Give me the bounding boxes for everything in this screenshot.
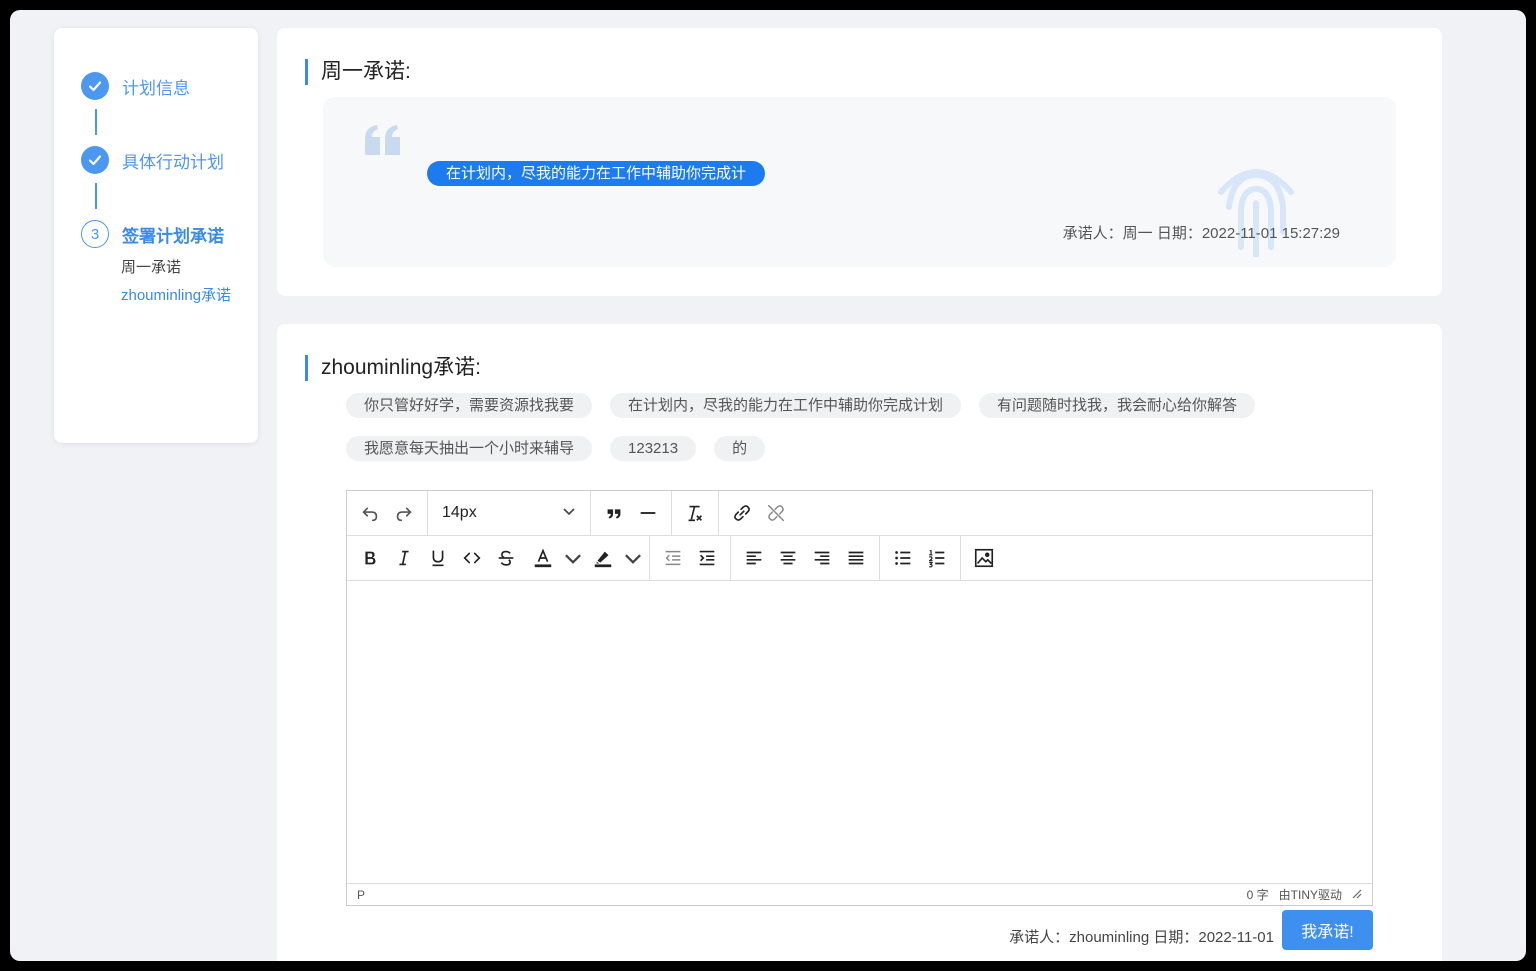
- chevron-down-icon[interactable]: [623, 541, 643, 575]
- toolbar-group-link: [719, 491, 799, 535]
- editor-toolbar-row: 14px: [347, 491, 1372, 536]
- align-center-icon[interactable]: [771, 541, 805, 575]
- pledge-text: 在计划内，尽我的能力在工作中辅助你完成计: [427, 161, 766, 186]
- element-path[interactable]: P: [357, 888, 365, 902]
- unlink-icon[interactable]: [759, 496, 793, 530]
- strikethrough-icon[interactable]: [489, 541, 523, 575]
- step-sign-pledge[interactable]: 3 签署计划承诺: [81, 220, 224, 248]
- step-action-plan[interactable]: 具体行动计划: [81, 146, 224, 174]
- check-icon: [81, 72, 109, 100]
- indent-icon[interactable]: [690, 541, 724, 575]
- link-icon[interactable]: [725, 496, 759, 530]
- toolbar-group-list: [880, 536, 961, 580]
- signer-info: 承诺人：zhouminling 日期：2022-11-01: [1009, 929, 1274, 946]
- tag-row: 我愿意每天抽出一个小时来辅导 123213 的: [346, 436, 1396, 461]
- blockquote-icon[interactable]: [597, 496, 631, 530]
- submit-pledge-button[interactable]: 我承诺!: [1282, 910, 1373, 950]
- align-right-icon[interactable]: [805, 541, 839, 575]
- suggestion-tags: 你只管好好学，需要资源找我要 在计划内，尽我的能力在工作中辅助你完成计划 有问题…: [346, 393, 1396, 479]
- steps-panel: 计划信息 具体行动计划 3 签署计划承诺 周一承诺 zhouminling承诺: [54, 28, 258, 443]
- horizontal-rule-icon[interactable]: [631, 496, 665, 530]
- pledge-card-zhouminling: zhouminling承诺: 你只管好好学，需要资源找我要 在计划内，尽我的能力…: [277, 324, 1442, 961]
- toolbar-group-media: [961, 536, 1007, 580]
- outdent-icon[interactable]: [656, 541, 690, 575]
- step-number: 3: [81, 220, 109, 248]
- resize-handle-icon[interactable]: [1352, 888, 1362, 902]
- toolbar-group-history: [347, 491, 428, 535]
- underline-icon[interactable]: [421, 541, 455, 575]
- rich-text-editor: 14px P 0 字 由TINY驱动: [346, 490, 1373, 906]
- clear-format-icon[interactable]: [678, 496, 712, 530]
- suggestion-tag[interactable]: 我愿意每天抽出一个小时来辅导: [346, 436, 593, 461]
- suggestion-tag[interactable]: 的: [714, 436, 766, 461]
- align-left-icon[interactable]: [737, 541, 771, 575]
- quote-icon: [363, 123, 403, 162]
- suggestion-tag[interactable]: 在计划内，尽我的能力在工作中辅助你完成计划: [610, 393, 962, 418]
- pledge-card-zhouyi: 周一承诺: 在计划内，尽我的能力在工作中辅助你完成计 承诺人：周一 日期：202…: [277, 28, 1442, 296]
- step-label: 签署计划承诺: [122, 226, 224, 246]
- toolbar-group-align: [731, 536, 880, 580]
- undo-icon[interactable]: [353, 496, 387, 530]
- check-icon: [81, 146, 109, 174]
- suggestion-tag[interactable]: 你只管好好学，需要资源找我要: [346, 393, 593, 418]
- code-icon[interactable]: [455, 541, 489, 575]
- toolbar-group-clear: [672, 491, 719, 535]
- editor-content-area[interactable]: [347, 582, 1372, 885]
- step-label: 计划信息: [122, 78, 190, 98]
- highlight-color-icon[interactable]: [583, 541, 623, 575]
- redo-icon[interactable]: [387, 496, 421, 530]
- step-connector: [95, 183, 97, 209]
- fingerprint-icon: [1201, 147, 1311, 262]
- suggestion-tag[interactable]: 123213: [610, 436, 697, 461]
- bold-icon[interactable]: [353, 541, 387, 575]
- editor-toolbar-row: [347, 536, 1372, 581]
- toolbar-group-block: [591, 491, 672, 535]
- chevron-down-icon[interactable]: [563, 541, 583, 575]
- toolbar-group-format: [347, 536, 650, 580]
- italic-icon[interactable]: [387, 541, 421, 575]
- font-size-value: 14px: [442, 504, 477, 521]
- bullet-list-icon[interactable]: [886, 541, 920, 575]
- sub-item-zhouminling[interactable]: zhouminling承诺: [121, 284, 231, 305]
- pledge-quote-box: 在计划内，尽我的能力在工作中辅助你完成计 承诺人：周一 日期：2022-11-0…: [323, 97, 1396, 267]
- chevron-down-icon: [562, 504, 576, 523]
- sub-item-zhouyi[interactable]: 周一承诺: [121, 256, 181, 277]
- signer-info: 承诺人：周一 日期：2022-11-01 15:27:29: [1062, 225, 1340, 242]
- step-connector: [95, 109, 97, 135]
- word-count[interactable]: 0 字: [1247, 886, 1269, 903]
- numbered-list-icon[interactable]: [920, 541, 954, 575]
- powered-by[interactable]: 由TINY驱动: [1279, 886, 1342, 903]
- toolbar-group-font: 14px: [428, 491, 591, 535]
- card-title: 周一承诺:: [305, 59, 411, 85]
- text-color-icon[interactable]: [523, 541, 563, 575]
- app-window: 计划信息 具体行动计划 3 签署计划承诺 周一承诺 zhouminling承诺 …: [10, 10, 1526, 961]
- align-justify-icon[interactable]: [839, 541, 873, 575]
- font-size-select[interactable]: 14px: [434, 496, 584, 530]
- card-title: zhouminling承诺:: [305, 355, 481, 381]
- toolbar-group-indent: [650, 536, 731, 580]
- suggestion-tag[interactable]: 有问题随时找我，我会耐心给你解答: [979, 393, 1256, 418]
- tag-row: 你只管好好学，需要资源找我要 在计划内，尽我的能力在工作中辅助你完成计划 有问题…: [346, 393, 1396, 418]
- step-label: 具体行动计划: [122, 152, 224, 172]
- step-plan-info[interactable]: 计划信息: [81, 72, 190, 100]
- image-icon[interactable]: [967, 541, 1001, 575]
- editor-statusbar: P 0 字 由TINY驱动: [347, 883, 1372, 905]
- status-right: 0 字 由TINY驱动: [1247, 886, 1362, 903]
